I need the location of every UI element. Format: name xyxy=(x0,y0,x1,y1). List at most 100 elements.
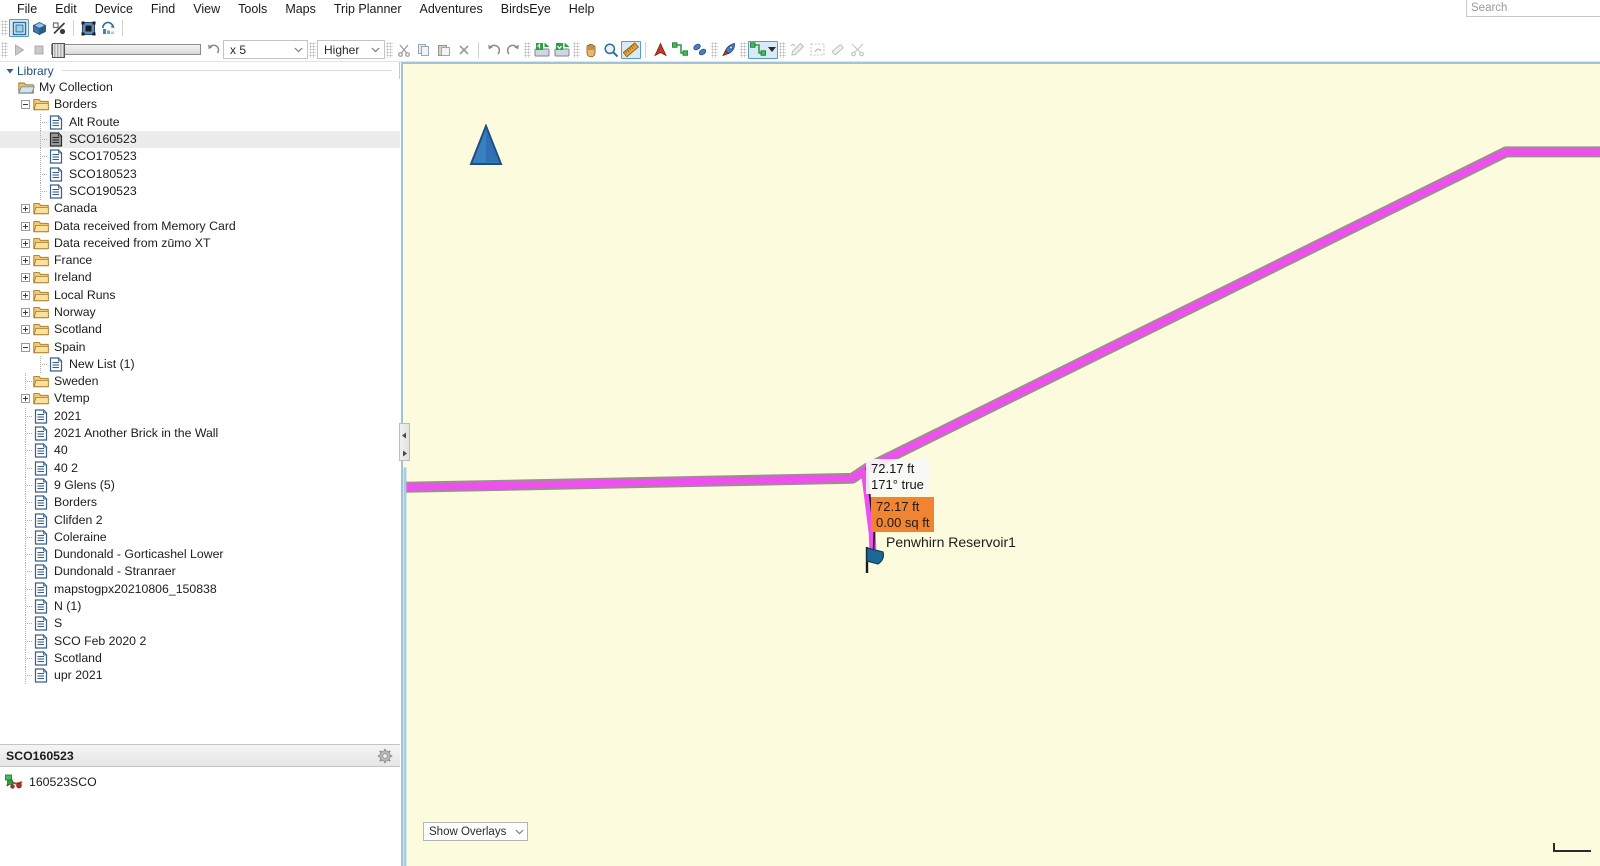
tree-node[interactable]: Data received from Memory Card xyxy=(0,217,400,234)
library-tree[interactable]: My Collection Borders Alt Route SCO160523 SC… xyxy=(0,79,400,744)
menu-item-tools[interactable]: Tools xyxy=(229,0,276,18)
animation-slider-thumb[interactable] xyxy=(52,43,65,58)
tree-node[interactable]: SCO190523 xyxy=(0,182,400,200)
tree-expander-expand[interactable] xyxy=(21,290,30,300)
menu-item-adventures[interactable]: Adventures xyxy=(411,0,492,18)
receive-from-device-button[interactable] xyxy=(552,41,572,59)
eraser-button[interactable] xyxy=(827,41,847,59)
copy-button[interactable] xyxy=(414,41,434,59)
adventure-tool-button[interactable] xyxy=(719,41,739,59)
menu-item-device[interactable]: Device xyxy=(86,0,142,18)
tree-expander-expand[interactable] xyxy=(21,273,30,283)
menu-item-edit[interactable]: Edit xyxy=(46,0,86,18)
global-search-input[interactable]: Search xyxy=(1466,0,1600,17)
tree-node[interactable]: upr 2021 xyxy=(0,667,400,685)
pan-tool-button[interactable] xyxy=(581,41,601,59)
detail-panel-body[interactable]: 160523SCO xyxy=(0,767,400,866)
toolbar-grip[interactable] xyxy=(1,20,8,36)
tree-node[interactable]: Data received from zūmo XT xyxy=(0,235,400,252)
tree-expander-expand[interactable] xyxy=(21,308,30,317)
tree-expander-collapse[interactable] xyxy=(21,100,30,110)
tree-node[interactable]: My Collection xyxy=(0,79,400,96)
tree-node[interactable]: Coleraine xyxy=(0,528,400,546)
toolbar-grip[interactable] xyxy=(779,41,786,58)
toolbar-grip[interactable] xyxy=(740,41,747,58)
tree-node[interactable]: 9 Glens (5) xyxy=(0,476,400,494)
tree-node[interactable]: Vtemp xyxy=(0,390,400,407)
redo-button[interactable] xyxy=(503,41,523,59)
tree-expander-expand[interactable] xyxy=(21,221,30,231)
tree-node[interactable]: Borders xyxy=(0,96,400,113)
measure-tool-button[interactable] xyxy=(621,40,641,59)
send-to-device-button[interactable] xyxy=(532,41,552,59)
tree-node[interactable]: Alt Route xyxy=(0,113,400,131)
draw-line-button[interactable] xyxy=(787,41,807,59)
select-area-button[interactable] xyxy=(807,41,827,59)
toolbar-grip[interactable] xyxy=(386,41,393,58)
tree-expander-collapse[interactable] xyxy=(21,342,30,352)
map-view-3d-button[interactable] xyxy=(29,19,49,37)
animation-slider[interactable] xyxy=(51,43,201,58)
sync-device-button[interactable] xyxy=(98,19,118,37)
menu-item-trip-planner[interactable]: Trip Planner xyxy=(325,0,411,18)
tree-node[interactable]: SCO Feb 2020 2 xyxy=(0,632,400,650)
track-tool-button[interactable] xyxy=(690,41,710,59)
waypoint-tool-button[interactable] xyxy=(650,41,670,59)
tree-node[interactable]: 40 2 xyxy=(0,459,400,477)
chevron-down-icon[interactable] xyxy=(5,66,14,75)
tree-node[interactable]: Dundonald - Gorticashel Lower xyxy=(0,546,400,564)
show-overlays-select[interactable]: Show Overlays xyxy=(423,822,528,841)
detail-list-item[interactable]: 160523SCO xyxy=(0,772,400,792)
collapse-right-arrow-icon[interactable] xyxy=(401,444,408,462)
destination-flag-marker[interactable] xyxy=(863,545,889,575)
split-button[interactable] xyxy=(847,41,867,59)
gear-icon[interactable] xyxy=(377,748,393,764)
tree-node[interactable]: Canada xyxy=(0,200,400,217)
fullscreen-button[interactable] xyxy=(78,19,98,37)
toolbar-grip[interactable] xyxy=(573,41,580,58)
animation-quality-select[interactable]: Higher xyxy=(317,40,385,59)
tree-node[interactable]: N (1) xyxy=(0,598,400,616)
panel-collapse-handle[interactable] xyxy=(399,423,410,461)
menu-item-view[interactable]: View xyxy=(184,0,229,18)
reset-animation-button[interactable] xyxy=(203,41,223,59)
menu-item-birdseye[interactable]: BirdsEye xyxy=(492,0,560,18)
tree-node[interactable]: SCO180523 xyxy=(0,165,400,183)
tree-node[interactable]: mapstogpx20210806_150838 xyxy=(0,580,400,598)
toolbar-grip[interactable] xyxy=(309,41,316,58)
undo-button[interactable] xyxy=(483,41,503,59)
tree-node[interactable]: Clifden 2 xyxy=(0,511,400,529)
library-header[interactable]: Library xyxy=(0,62,400,79)
tree-node[interactable]: Ireland xyxy=(0,269,400,286)
tree-expander-expand[interactable] xyxy=(21,325,30,335)
play-animation-button[interactable] xyxy=(9,41,29,59)
tree-node[interactable]: 40 xyxy=(0,442,400,460)
tree-expander-expand[interactable] xyxy=(21,204,30,214)
tree-node[interactable]: Scotland xyxy=(0,649,400,667)
collapse-left-arrow-icon[interactable] xyxy=(401,426,408,444)
route-tool-button[interactable] xyxy=(670,41,690,59)
tree-node[interactable]: 2021 xyxy=(0,407,400,425)
profile-button[interactable] xyxy=(49,19,69,37)
tree-node[interactable]: Borders xyxy=(0,494,400,512)
paste-button[interactable] xyxy=(434,41,454,59)
animation-speed-select[interactable]: x 5 xyxy=(223,40,308,59)
tree-node[interactable]: Scotland xyxy=(0,321,400,338)
tree-node[interactable]: S xyxy=(0,615,400,633)
cut-button[interactable] xyxy=(394,41,414,59)
menu-item-maps[interactable]: Maps xyxy=(276,0,325,18)
toolbar-grip[interactable] xyxy=(1,41,8,58)
zoom-tool-button[interactable] xyxy=(601,41,621,59)
tree-node[interactable]: Sweden xyxy=(0,373,400,391)
toolbar-grip[interactable] xyxy=(711,41,718,58)
tree-expander-expand[interactable] xyxy=(21,394,30,404)
tree-node[interactable]: New List (1) xyxy=(0,355,400,373)
tree-node[interactable]: Local Runs xyxy=(0,287,400,304)
start-triangle-marker[interactable] xyxy=(469,123,503,166)
stop-animation-button[interactable] xyxy=(29,41,49,59)
tree-node[interactable]: SCO160523 xyxy=(0,130,400,149)
delete-button[interactable] xyxy=(454,41,474,59)
menu-item-file[interactable]: File xyxy=(8,0,46,18)
menu-item-help[interactable]: Help xyxy=(560,0,604,18)
route-dropdown-button[interactable] xyxy=(748,40,778,59)
